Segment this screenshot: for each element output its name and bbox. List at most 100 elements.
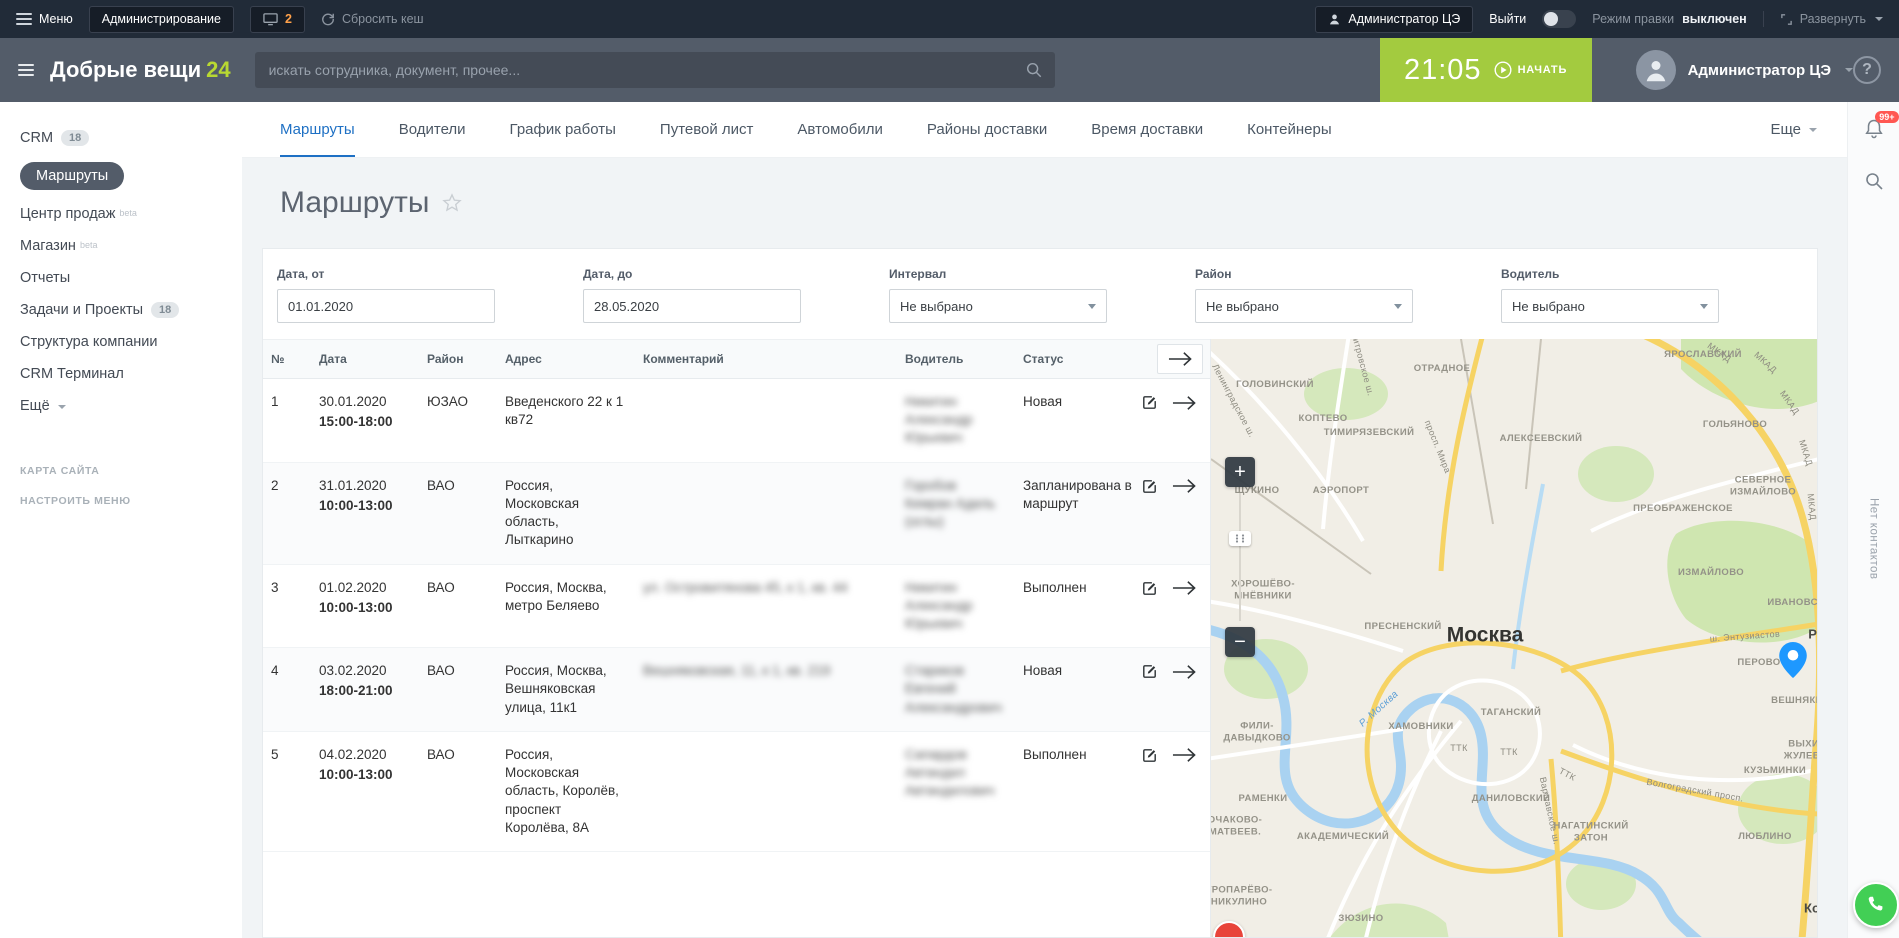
cell-date: 31.01.202010:00-13:00 xyxy=(311,462,419,564)
cell-status: Выполнен xyxy=(1015,731,1143,851)
expand-button[interactable]: Развернуть xyxy=(1780,12,1883,26)
logout-button[interactable]: Выйти xyxy=(1489,12,1526,26)
tab-delivery-districts[interactable]: Районы доставки xyxy=(927,102,1047,157)
sidebar-item-crm-terminal[interactable]: CRM Терминал xyxy=(0,358,242,390)
timer-start-button[interactable]: НАЧАТЬ xyxy=(1494,61,1568,79)
admin-user-button[interactable]: Администратор ЦЭ xyxy=(1315,6,1473,33)
cell-driver: Сапардов Автандил Автандилович xyxy=(897,731,1015,851)
filter-district: РайонНе выбрано xyxy=(1195,267,1413,323)
worktime-timer[interactable]: 21:05 НАЧАТЬ xyxy=(1380,38,1592,102)
filter-label: Интервал xyxy=(889,267,1107,281)
open-row-button[interactable] xyxy=(1172,395,1197,411)
column-header: Статус xyxy=(1015,340,1143,379)
interval-select[interactable]: Не выбрано xyxy=(889,289,1107,323)
cell-district: ВАО xyxy=(419,731,497,851)
cell-address: Введенского 22 к 1 кв72 xyxy=(497,379,635,463)
phone-icon xyxy=(1865,894,1887,916)
arrow-right-icon xyxy=(1172,664,1197,680)
person-icon xyxy=(1328,13,1341,26)
sidebar-item-reports[interactable]: Отчеты xyxy=(0,262,242,294)
tab-waybill[interactable]: Путевой лист xyxy=(660,102,754,157)
table-row[interactable]: 231.01.202010:00-13:00ВАОРоссия, Московс… xyxy=(263,462,1211,564)
date-to-input[interactable] xyxy=(583,289,801,323)
edit-icon xyxy=(1140,662,1159,681)
background-processes-button[interactable]: 2 xyxy=(250,6,305,33)
tab-work-schedule[interactable]: График работы xyxy=(510,102,616,157)
tabs-more-button[interactable]: Еще xyxy=(1770,121,1817,138)
telephony-button[interactable] xyxy=(1853,882,1899,928)
sidebar-link-configure-menu[interactable]: НАСТРОИТЬ МЕНЮ xyxy=(0,486,242,516)
global-search-input[interactable] xyxy=(267,61,1025,79)
map-pin[interactable] xyxy=(1779,642,1807,683)
favorite-star-icon[interactable] xyxy=(441,192,463,214)
cell-actions xyxy=(1143,731,1211,851)
global-search[interactable] xyxy=(255,52,1055,88)
toggle-knob xyxy=(1544,12,1558,26)
sidebar-item-tasks-projects[interactable]: Задачи и Проекты18 xyxy=(0,294,242,326)
cell-actions xyxy=(1143,564,1211,648)
cell-number: 5 xyxy=(263,731,311,851)
cell-comment xyxy=(635,731,897,851)
zoom-out-button[interactable]: − xyxy=(1225,627,1255,657)
edit-row-button[interactable] xyxy=(1140,579,1159,598)
cell-comment xyxy=(635,379,897,463)
tab-routes[interactable]: Маршруты xyxy=(280,102,355,157)
sidebar-item-company-structure[interactable]: Структура компании xyxy=(0,326,242,358)
search-icon xyxy=(1025,61,1043,79)
edit-row-button[interactable] xyxy=(1140,477,1159,496)
open-row-button[interactable] xyxy=(1172,580,1197,596)
help-button[interactable]: ? xyxy=(1853,56,1881,84)
zoom-slider-handle[interactable] xyxy=(1229,531,1251,546)
page-head: Маршруты xyxy=(242,158,1847,248)
sidebar-toggle-button[interactable] xyxy=(18,64,34,76)
admin-menu-button[interactable]: Меню xyxy=(16,12,73,26)
sidebar-item-shop[interactable]: Магазинbeta xyxy=(0,230,242,262)
zoom-in-button[interactable]: + xyxy=(1225,457,1255,487)
play-icon xyxy=(1494,61,1512,79)
open-row-button[interactable] xyxy=(1172,747,1197,763)
filter-label: Водитель xyxy=(1501,267,1719,281)
no-contacts-label: Нет контактов xyxy=(1868,498,1880,580)
beta-badge: beta xyxy=(119,208,137,218)
edit-mode-toggle[interactable] xyxy=(1542,10,1576,28)
app-logo[interactable]: Добрые вещи24 xyxy=(50,57,231,83)
district-select[interactable]: Не выбрано xyxy=(1195,289,1413,323)
tab-drivers[interactable]: Водители xyxy=(399,102,466,157)
date-from-input[interactable] xyxy=(277,289,495,323)
arrow-right-icon xyxy=(1172,478,1197,494)
table-row[interactable]: 504.02.202010:00-13:00ВАОРоссия, Московс… xyxy=(263,731,1211,851)
expand-map-button[interactable] xyxy=(1157,344,1203,374)
counter-badge: 18 xyxy=(61,130,89,146)
timer-start-label: НАЧАТЬ xyxy=(1518,64,1568,76)
open-row-button[interactable] xyxy=(1172,478,1197,494)
contacts-status-wrap: Нет контактов xyxy=(1868,196,1880,882)
driver-select[interactable]: Не выбрано xyxy=(1501,289,1719,323)
map[interactable]: ОТРАДНОЕЯРОСЛАВСКИЙГОЛОВИНСКИЙКОПТЕВОТИМ… xyxy=(1211,339,1817,937)
tab-containers[interactable]: Контейнеры xyxy=(1247,102,1332,157)
time-value: 10:00-13:00 xyxy=(319,766,411,784)
edit-row-button[interactable] xyxy=(1140,746,1159,765)
reset-cache-button[interactable]: Сбросить кеш xyxy=(321,12,424,26)
refresh-icon xyxy=(321,12,335,26)
table-row[interactable]: 130.01.202015:00-18:00ЮЗАОВведенского 22… xyxy=(263,379,1211,463)
sidebar-item-label: Задачи и Проекты xyxy=(20,302,143,318)
edit-row-button[interactable] xyxy=(1140,393,1159,412)
cell-district: ЮЗАО xyxy=(419,379,497,463)
sidebar-item-sales-center[interactable]: Центр продажbeta xyxy=(0,198,242,230)
sidebar-item-crm[interactable]: CRM18 xyxy=(0,122,242,154)
table-row[interactable]: 301.02.202010:00-13:00ВАОРоссия, Москва,… xyxy=(263,564,1211,648)
sidebar-item-more[interactable]: Ещё xyxy=(0,390,242,422)
open-row-button[interactable] xyxy=(1172,664,1197,680)
notifications-button[interactable]: 99+ xyxy=(1863,118,1885,145)
tab-delivery-time[interactable]: Время доставки xyxy=(1091,102,1203,157)
tab-cars[interactable]: Автомобили xyxy=(797,102,882,157)
sidebar-items: CRM18МаршрутыЦентр продажbetaМагазинbeta… xyxy=(0,122,242,422)
sidebar-item-routes[interactable]: Маршруты xyxy=(0,154,242,198)
sidebar-link-sitemap[interactable]: КАРТА САЙТА xyxy=(0,456,242,486)
table-row[interactable]: 403.02.202018:00-21:00ВАОРоссия, Москва,… xyxy=(263,648,1211,732)
administration-button[interactable]: Администрирование xyxy=(89,6,234,33)
rail-search-button[interactable] xyxy=(1864,171,1884,196)
edit-row-button[interactable] xyxy=(1140,662,1159,681)
current-user-menu[interactable]: Администратор ЦЭ xyxy=(1636,50,1853,90)
person-icon xyxy=(1644,58,1668,82)
